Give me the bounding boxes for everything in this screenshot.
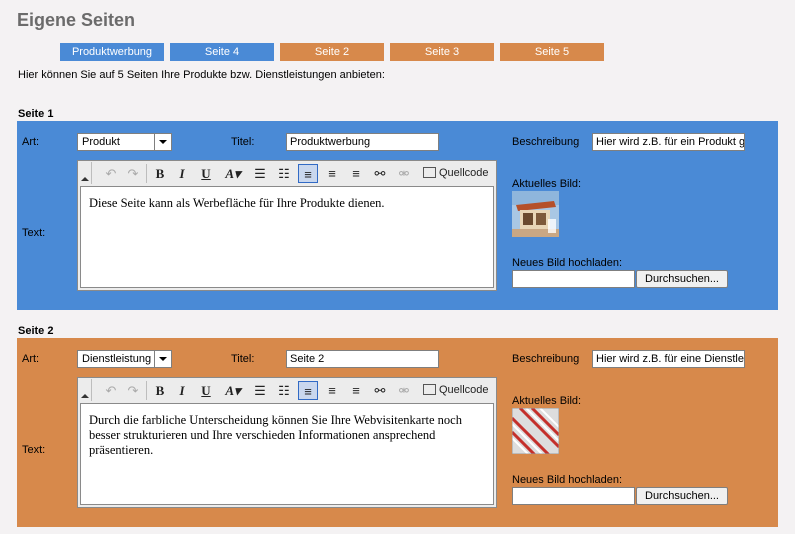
underline-icon[interactable]: U [196, 164, 216, 183]
undo-icon[interactable]: ↶ [101, 164, 121, 183]
titel-input[interactable]: Seite 2 [286, 350, 439, 368]
font-size-icon[interactable]: A▾ [220, 164, 246, 183]
redo-icon[interactable]: ↷ [123, 381, 143, 400]
link-icon[interactable]: ⚯ [370, 381, 390, 400]
font-size-icon[interactable]: A▾ [220, 381, 246, 400]
titel-label: Titel: [231, 136, 255, 148]
align-right-icon[interactable]: ≡ [346, 381, 366, 400]
toolbar-divider [146, 164, 147, 183]
toolbar-divider [146, 381, 147, 400]
source-label: Quellcode [439, 384, 489, 396]
ordered-list-icon[interactable]: ☰ [250, 164, 270, 183]
art-label: Art: [22, 353, 40, 365]
align-right-icon[interactable]: ≡ [346, 164, 366, 183]
beschreibung-label: Beschreibung [512, 136, 580, 148]
source-label: Quellcode [439, 167, 489, 179]
tab-seite-2[interactable]: Seite 2 [280, 43, 384, 61]
browse-button[interactable]: Durchsuchen... [636, 270, 728, 288]
unlink-icon[interactable]: ⚮ [394, 381, 414, 400]
tab-seite-4[interactable]: Seite 4 [170, 43, 274, 61]
source-button[interactable]: Quellcode [423, 164, 489, 183]
upload-label: Neues Bild hochladen: [512, 257, 623, 269]
current-image [512, 191, 559, 237]
link-icon[interactable]: ⚯ [370, 164, 390, 183]
tab-produktwerbung[interactable]: Produktwerbung [60, 43, 164, 61]
collapse-toolbar-icon[interactable] [79, 162, 92, 184]
current-image-label: Aktuelles Bild: [512, 395, 582, 407]
section-panel-1: Art: Produkt Titel: Produktwerbung Besch… [17, 121, 778, 310]
collapse-toolbar-icon[interactable] [79, 379, 92, 401]
file-path-input[interactable] [512, 270, 635, 288]
art-select-value: Produkt [82, 136, 120, 148]
tab-seite-5[interactable]: Seite 5 [500, 43, 604, 61]
beschreibung-label: Beschreibung [512, 353, 580, 365]
editor-toolbar: ↶ ↷ B I U A▾ ☰ ☷ ≡ ≡ ≡ ⚯ ⚮ Quellcode [78, 378, 496, 403]
intro-text: Hier können Sie auf 5 Seiten Ihre Produk… [18, 69, 385, 81]
upload-label: Neues Bild hochladen: [512, 474, 623, 486]
text-label: Text: [22, 227, 46, 239]
source-button[interactable]: Quellcode [423, 381, 489, 400]
art-select[interactable]: Dienstleistung [77, 350, 172, 368]
source-icon [423, 166, 436, 178]
browse-button[interactable]: Durchsuchen... [636, 487, 728, 505]
section-panel-2: Art: Dienstleistung Titel: Seite 2 Besch… [17, 338, 778, 527]
file-path-input[interactable] [512, 487, 635, 505]
section-heading: Seite 2 [18, 325, 54, 337]
underline-icon[interactable]: U [196, 381, 216, 400]
titel-input[interactable]: Produktwerbung [286, 133, 439, 151]
editor-toolbar: ↶ ↷ B I U A▾ ☰ ☷ ≡ ≡ ≡ ⚯ ⚮ Quellcode [78, 161, 496, 186]
tab-seite-3[interactable]: Seite 3 [390, 43, 494, 61]
chevron-down-icon[interactable] [154, 134, 171, 150]
art-select[interactable]: Produkt [77, 133, 172, 151]
align-center-icon[interactable]: ≡ [322, 381, 342, 400]
undo-icon[interactable]: ↶ [101, 381, 121, 400]
editor-content[interactable]: Diese Seite kann als Werbefläche für Ihr… [80, 186, 494, 288]
align-center-icon[interactable]: ≡ [322, 164, 342, 183]
align-left-icon[interactable]: ≡ [298, 164, 318, 183]
bold-icon[interactable]: B [150, 164, 170, 183]
rich-text-editor: ↶ ↷ B I U A▾ ☰ ☷ ≡ ≡ ≡ ⚯ ⚮ Quellcode Die… [77, 160, 497, 291]
rich-text-editor: ↶ ↷ B I U A▾ ☰ ☷ ≡ ≡ ≡ ⚯ ⚮ Quellcode Dur… [77, 377, 497, 508]
current-image [512, 408, 559, 454]
redo-icon[interactable]: ↷ [123, 164, 143, 183]
source-icon [423, 383, 436, 395]
italic-icon[interactable]: I [172, 381, 192, 400]
unordered-list-icon[interactable]: ☷ [274, 164, 294, 183]
page-title: Eigene Seiten [17, 10, 136, 30]
current-image-label: Aktuelles Bild: [512, 178, 582, 190]
ordered-list-icon[interactable]: ☰ [250, 381, 270, 400]
italic-icon[interactable]: I [172, 164, 192, 183]
titel-label: Titel: [231, 353, 255, 365]
chevron-down-icon[interactable] [154, 351, 171, 367]
text-label: Text: [22, 444, 46, 456]
unlink-icon[interactable]: ⚮ [394, 164, 414, 183]
section-heading: Seite 1 [18, 108, 54, 120]
beschreibung-input[interactable]: Hier wird z.B. für eine Dienstleist [592, 350, 745, 368]
art-select-value: Dienstleistung [82, 353, 152, 365]
unordered-list-icon[interactable]: ☷ [274, 381, 294, 400]
beschreibung-input[interactable]: Hier wird z.B. für ein Produkt ge [592, 133, 745, 151]
bold-icon[interactable]: B [150, 381, 170, 400]
art-label: Art: [22, 136, 40, 148]
editor-content[interactable]: Durch die farbliche Unterscheidung könne… [80, 403, 494, 505]
align-left-icon[interactable]: ≡ [298, 381, 318, 400]
